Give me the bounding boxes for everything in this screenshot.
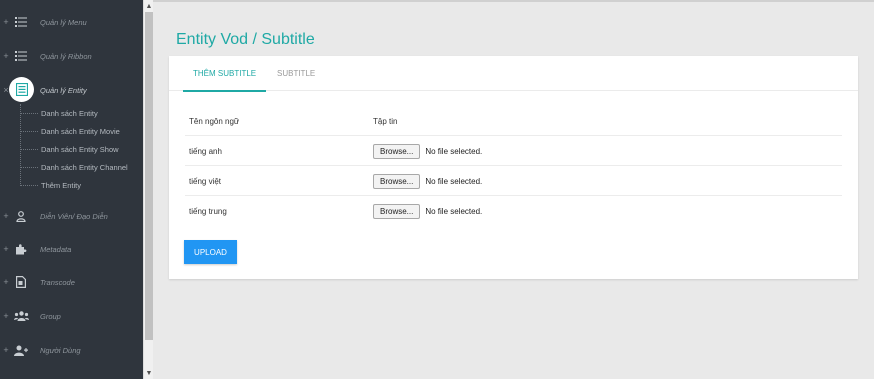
group-icon (13, 308, 29, 324)
sidebar-item-menu[interactable]: + Quản lý Menu (0, 11, 143, 33)
expand-toggle[interactable]: + (2, 211, 10, 221)
language-name: tiếng việt (189, 176, 222, 186)
table-row: tiếng việt Browse... No file selected. (185, 166, 842, 196)
tab-bar: THÊM SUBTITLE SUBTITLE (169, 56, 858, 92)
puzzle-icon (13, 241, 29, 257)
scrollbar-thumb[interactable] (145, 12, 153, 340)
column-header-file: Tập tin (373, 116, 398, 126)
expand-toggle[interactable]: + (2, 311, 10, 321)
language-name: tiếng trung (189, 206, 227, 216)
submenu-item-label: Danh sách Entity Channel (41, 162, 128, 172)
sidebar-item-transcode[interactable]: + Transcode (0, 271, 143, 293)
submenu-item-entity-movie[interactable]: Danh sách Entity Movie (0, 122, 143, 140)
expand-toggle[interactable]: + (2, 345, 10, 355)
submenu-item-label: Danh sách Entity Movie (41, 126, 120, 136)
file-icon (13, 274, 29, 290)
table-row: tiếng trung Browse... No file selected. (185, 196, 842, 226)
user-add-icon (13, 342, 29, 358)
expand-toggle[interactable]: + (2, 51, 10, 61)
sidebar-item-label: Quản lý Entity (40, 85, 87, 95)
tab-label: THÊM SUBTITLE (193, 69, 257, 78)
file-status: No file selected. (425, 206, 483, 216)
file-picker: Browse... No file selected. (373, 136, 482, 166)
tree-connector (20, 167, 38, 168)
expand-toggle[interactable]: + (2, 17, 10, 27)
browse-button[interactable]: Browse... (373, 203, 421, 219)
sidebar-item-label: Group (40, 311, 61, 321)
browse-button[interactable]: Browse... (373, 143, 421, 159)
submenu-entity: Danh sách Entity Danh sách Entity Movie … (0, 104, 143, 194)
table-row: tiếng anh Browse... No file selected. (185, 136, 842, 166)
sidebar-item-label: Quản lý Menu (40, 17, 87, 27)
file-picker: Browse... No file selected. (373, 166, 482, 196)
submenu-item-entity-list[interactable]: Danh sách Entity (0, 104, 143, 122)
tree-connector (20, 149, 38, 150)
sidebar-item-label: Transcode (40, 277, 75, 287)
sidebar-item-users[interactable]: + Người Dùng (0, 339, 143, 361)
file-status: No file selected. (425, 176, 483, 186)
sidebar-item-group[interactable]: + Group (0, 305, 143, 327)
sidebar-item-metadata[interactable]: + Metadata (0, 238, 143, 260)
table-header-row: Tên ngôn ngữ Tập tin (185, 106, 842, 136)
submenu-item-label: Danh sách Entity Show (41, 144, 119, 154)
sidebar-item-label: Quản lý Ribbon (40, 51, 92, 61)
sidebar-scrollbar[interactable]: ▲ ▼ (143, 0, 153, 379)
list-icon (13, 14, 29, 30)
active-tab-indicator (183, 90, 267, 92)
main-content: Entity Vod / Subtitle THÊM SUBTITLE SUBT… (153, 0, 874, 379)
subtitle-card: THÊM SUBTITLE SUBTITLE Tên ngôn ngữ Tập … (169, 56, 858, 279)
tab-add-subtitle[interactable]: THÊM SUBTITLE (183, 56, 267, 92)
browse-button[interactable]: Browse... (373, 173, 421, 189)
sidebar-item-label: Metadata (40, 244, 72, 254)
top-divider (153, 0, 874, 2)
document-list-icon (9, 77, 34, 102)
upload-button[interactable]: UPLOAD (184, 240, 237, 264)
sidebar: + Quản lý Menu + Quản lý Ribbon × Quản l… (0, 0, 143, 379)
file-picker: Browse... No file selected. (373, 196, 482, 226)
expand-toggle[interactable]: + (2, 277, 10, 287)
tab-subtitle[interactable]: SUBTITLE (267, 56, 325, 91)
tab-label: SUBTITLE (277, 69, 316, 78)
sidebar-item-label: Người Dùng (40, 345, 81, 355)
sidebar-item-ribbon[interactable]: + Quản lý Ribbon (0, 45, 143, 67)
subtitle-table: Tên ngôn ngữ Tập tin tiếng anh Browse...… (185, 106, 842, 226)
page-title: Entity Vod / Subtitle (176, 31, 315, 48)
submenu-item-label: Danh sách Entity (41, 108, 98, 118)
expand-toggle[interactable]: + (2, 244, 10, 254)
sidebar-item-entity[interactable]: × Quản lý Entity (0, 77, 143, 102)
submenu-item-entity-show[interactable]: Danh sách Entity Show (0, 140, 143, 158)
tree-connector (20, 131, 38, 132)
sidebar-item-label: Diễn Viên/ Đạo Diễn (40, 211, 108, 221)
submenu-item-add-entity[interactable]: Thêm Entity (0, 176, 143, 194)
person-icon (13, 208, 29, 224)
submenu-item-label: Thêm Entity (41, 180, 82, 190)
sidebar-item-actors[interactable]: + Diễn Viên/ Đạo Diễn (0, 205, 143, 227)
tree-connector (20, 113, 38, 114)
language-name: tiếng anh (189, 146, 222, 156)
file-status: No file selected. (425, 146, 483, 156)
column-header-language: Tên ngôn ngữ (189, 116, 240, 126)
submenu-item-entity-channel[interactable]: Danh sách Entity Channel (0, 158, 143, 176)
tree-connector (20, 185, 38, 186)
list-icon (13, 48, 29, 64)
